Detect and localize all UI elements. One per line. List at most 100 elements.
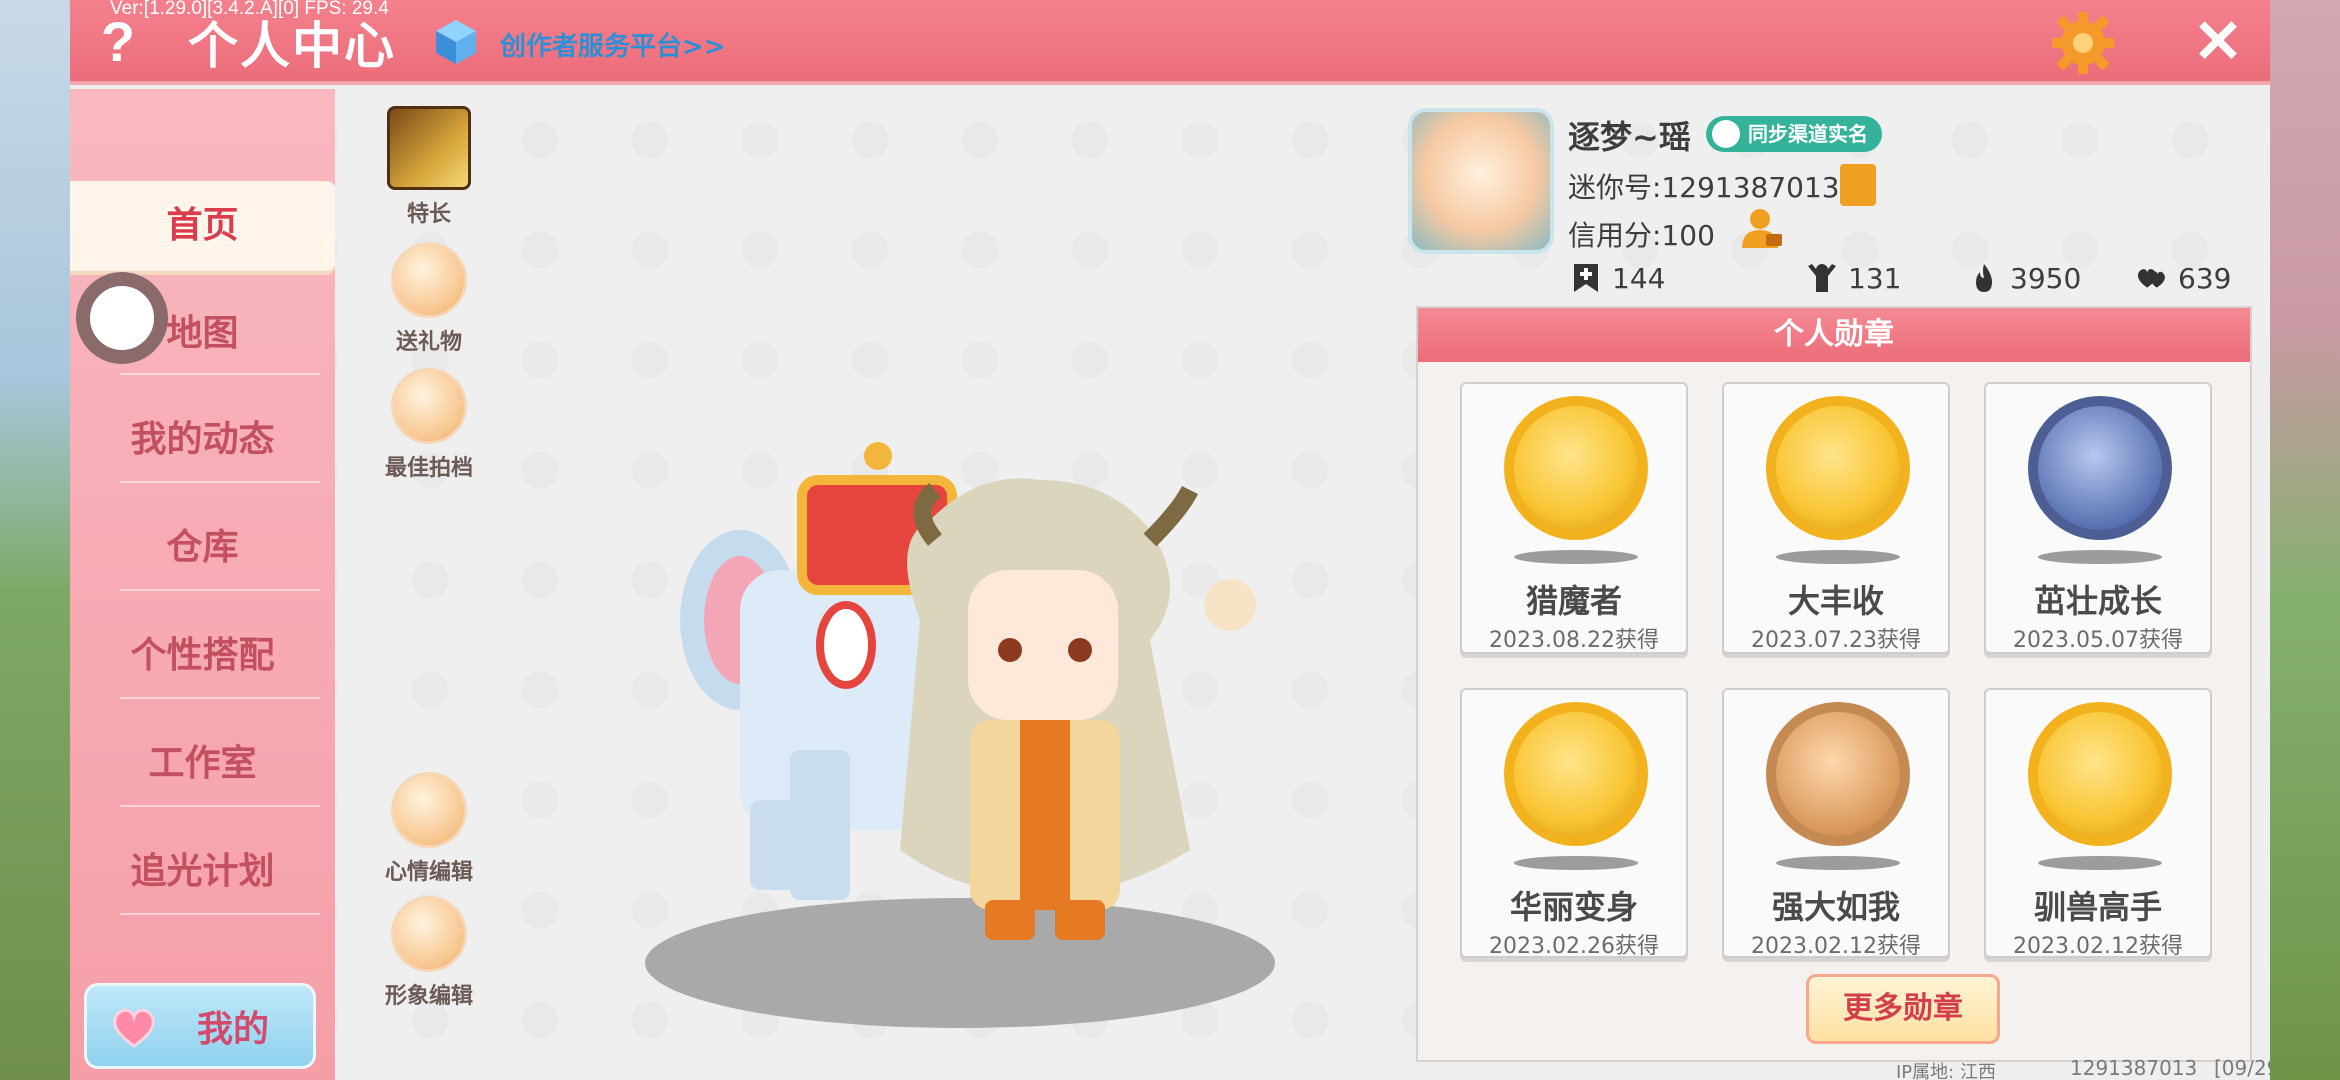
sidebar: 首页 地图 我的动态 仓库 个性搭配 工作室 追光计划 我的 bbox=[70, 89, 335, 1080]
harvest-medal-icon bbox=[1766, 396, 1910, 540]
badge-date: 2023.08.22获得 bbox=[1489, 628, 1659, 653]
medal-shadow bbox=[1514, 856, 1638, 870]
badge-card[interactable]: 华丽变身 2023.02.26获得 bbox=[1460, 688, 1688, 958]
stat-followers-value: 131 bbox=[1848, 262, 1902, 295]
badge-date: 2023.05.07获得 bbox=[2013, 628, 2183, 653]
medal-shadow bbox=[2038, 856, 2162, 870]
heart-icon bbox=[113, 1008, 155, 1048]
beast-tamer-medal-icon bbox=[2028, 702, 2172, 846]
send-gift-action[interactable]: 送礼物 bbox=[369, 242, 489, 356]
bookmark-plus-icon bbox=[1574, 264, 1598, 292]
my-button[interactable]: 我的 bbox=[84, 983, 316, 1069]
stat-likes-value: 639 bbox=[2178, 262, 2232, 295]
credit-score: 信用分:100 bbox=[1568, 219, 1715, 252]
sidebar-item-home[interactable]: 首页 bbox=[70, 181, 335, 271]
badge-date: 2023.02.12获得 bbox=[1751, 934, 1921, 958]
badge-name: 华丽变身 bbox=[1509, 888, 1638, 926]
stat-followers[interactable]: 131 bbox=[1806, 262, 1901, 295]
my-button-label: 我的 bbox=[197, 1009, 270, 1050]
copy-icon[interactable] bbox=[1840, 164, 1876, 206]
mood-edit-label: 心情编辑 bbox=[384, 860, 473, 885]
sidebar-divider bbox=[120, 481, 320, 483]
stat-popularity[interactable]: 3950 bbox=[1968, 262, 2081, 295]
close-icon[interactable]: ✕ bbox=[2190, 12, 2246, 72]
handshake-icon bbox=[391, 368, 467, 444]
badge-date: 2023.02.12获得 bbox=[2013, 934, 2183, 958]
cube-icon[interactable] bbox=[432, 18, 480, 66]
help-icon[interactable]: ? bbox=[90, 12, 146, 72]
personal-center-panel: ? Ver:[1.29.0][3.4.2.A][0] FPS: 29.4 个人中… bbox=[70, 0, 2270, 1080]
transform-medal-icon bbox=[1504, 702, 1648, 846]
sidebar-divider bbox=[120, 913, 320, 915]
mini-id: 迷你号:1291387013 bbox=[1568, 171, 1840, 204]
badge-card[interactable]: 强大如我 2023.02.12获得 bbox=[1722, 688, 1950, 958]
realname-badge[interactable]: 同步渠道实名 bbox=[1706, 116, 1882, 152]
badge-card[interactable]: 大丰收 2023.07.23获得 bbox=[1722, 382, 1950, 654]
talent-icon bbox=[387, 106, 471, 190]
stat-likes[interactable]: 639 bbox=[2136, 262, 2231, 295]
sidebar-item-warehouse[interactable]: 仓库 bbox=[70, 503, 335, 593]
avatar[interactable] bbox=[1408, 108, 1554, 254]
badge-name: 猎魔者 bbox=[1525, 582, 1622, 620]
sidebar-divider bbox=[120, 697, 320, 699]
best-photo-action[interactable]: 最佳拍档 bbox=[369, 368, 489, 482]
stat-posts[interactable]: 144 bbox=[1570, 262, 1665, 295]
ip-location: IP属地: 江西 bbox=[1896, 1062, 1996, 1080]
mood-edit-action[interactable]: 心情编辑 bbox=[369, 772, 489, 886]
badge-card[interactable]: 茁壮成长 2023.05.07获得 bbox=[1984, 382, 2212, 654]
talent-action[interactable]: 特长 bbox=[369, 106, 489, 228]
badge-name: 茁壮成长 bbox=[2033, 582, 2162, 620]
user-check-icon bbox=[1712, 120, 1740, 148]
medal-shadow bbox=[2038, 550, 2162, 564]
badge-date: 2023.02.26获得 bbox=[1489, 934, 1659, 958]
sidebar-divider bbox=[120, 373, 320, 375]
footer-time: [09/29]21:58 bbox=[2214, 1056, 2270, 1080]
avatar-edit-label: 形象编辑 bbox=[384, 984, 473, 1009]
creator-platform-link[interactable]: 创作者服务平台>> bbox=[500, 26, 726, 63]
send-gift-label: 送礼物 bbox=[395, 330, 462, 355]
sidebar-item-my-feed[interactable]: 我的动态 bbox=[70, 395, 335, 485]
sidebar-divider bbox=[120, 805, 320, 807]
top-bar: ? Ver:[1.29.0][3.4.2.A][0] FPS: 29.4 个人中… bbox=[70, 0, 2270, 85]
flame-icon bbox=[1976, 264, 1992, 292]
touch-indicator bbox=[76, 272, 168, 364]
username: 逐梦~瑶 bbox=[1568, 118, 1691, 156]
sidebar-divider bbox=[120, 589, 320, 591]
gift-icon bbox=[391, 242, 467, 318]
badge-name: 驯兽高手 bbox=[2033, 888, 2162, 926]
cheer-person-icon bbox=[1808, 264, 1836, 292]
sidebar-item-outfit[interactable]: 个性搭配 bbox=[70, 611, 335, 701]
demon-hunter-medal-icon bbox=[1504, 396, 1648, 540]
badge-card[interactable]: 猎魔者 2023.08.22获得 bbox=[1460, 382, 1688, 654]
growth-medal-icon bbox=[2028, 396, 2172, 540]
badges-header: 个人勋章 bbox=[1418, 308, 2250, 362]
page-title: 个人中心 bbox=[188, 17, 396, 75]
footer-user-id: 1291387013 bbox=[2070, 1056, 2198, 1080]
realname-badge-label: 同步渠道实名 bbox=[1748, 122, 1868, 146]
avatar-edit-action[interactable]: 形象编辑 bbox=[369, 896, 489, 1010]
background-left bbox=[0, 0, 75, 1080]
medal-shadow bbox=[1776, 550, 1900, 564]
talent-label: 特长 bbox=[406, 202, 451, 227]
sidebar-item-chase-light[interactable]: 追光计划 bbox=[70, 827, 335, 917]
badge-name: 大丰收 bbox=[1787, 582, 1884, 620]
medal-shadow bbox=[1776, 856, 1900, 870]
stat-popularity-value: 3950 bbox=[2010, 262, 2082, 295]
double-heart-icon bbox=[2137, 269, 2165, 288]
sidebar-item-studio[interactable]: 工作室 bbox=[70, 719, 335, 809]
badges-panel: 个人勋章 猎魔者 2023.08.22获得 大丰收 2023.07.23获得 茁… bbox=[1416, 306, 2252, 1062]
best-photo-label: 最佳拍档 bbox=[384, 456, 473, 481]
edit-icon bbox=[391, 772, 467, 848]
more-badges-button[interactable]: 更多勋章 bbox=[1806, 974, 2000, 1044]
strong-medal-icon bbox=[1766, 702, 1910, 846]
outfit-icon bbox=[391, 896, 467, 972]
background-right bbox=[2265, 0, 2340, 1080]
credit-user-icon[interactable] bbox=[1740, 206, 1784, 250]
badge-card[interactable]: 驯兽高手 2023.02.12获得 bbox=[1984, 688, 2212, 958]
gear-icon[interactable] bbox=[2050, 10, 2116, 76]
stat-posts-value: 144 bbox=[1612, 262, 1666, 295]
character-model[interactable] bbox=[590, 420, 1330, 980]
badge-date: 2023.07.23获得 bbox=[1751, 628, 1921, 653]
medal-shadow bbox=[1514, 550, 1638, 564]
badge-name: 强大如我 bbox=[1771, 888, 1900, 926]
